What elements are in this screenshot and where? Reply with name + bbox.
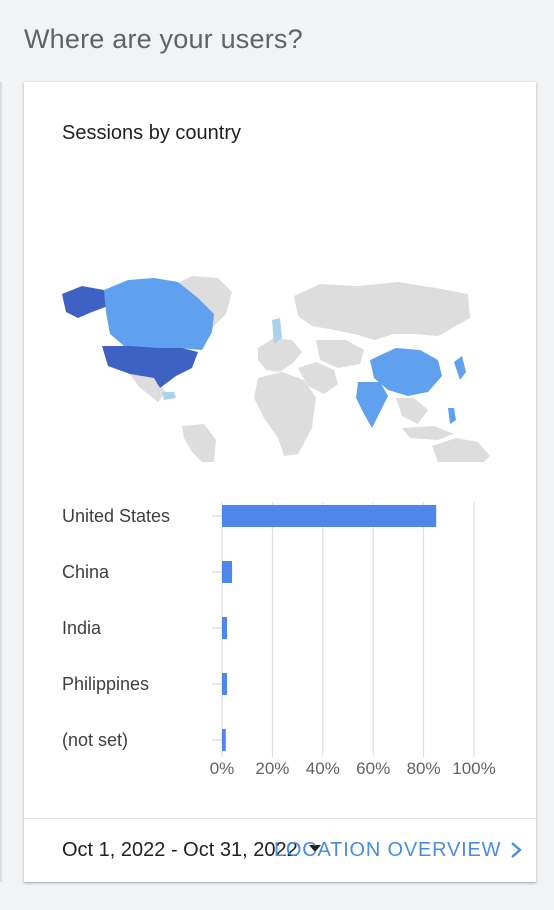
map-central-asia	[316, 340, 364, 368]
map-africa	[254, 372, 316, 456]
map-indonesia	[402, 426, 454, 440]
sessions-card: Sessions by country United States China In…	[24, 82, 536, 882]
footer-divider	[24, 818, 536, 819]
x-tick-label: 100%	[452, 759, 495, 778]
date-range-selector[interactable]: Oct 1, 2022 - Oct 31, 2022	[62, 839, 298, 862]
category-label: United States	[62, 506, 170, 526]
category-label: Philippines	[62, 674, 149, 694]
sessions-bar-chart: United States China India Philippines (not s…	[62, 502, 496, 778]
x-tick-label: 20%	[255, 759, 289, 778]
category-label: India	[62, 618, 102, 638]
location-overview-link[interactable]: LOCATION OVERVIEW	[274, 839, 501, 862]
x-tick-label: 0%	[210, 759, 235, 778]
map-alaska	[62, 286, 108, 318]
category-label: (not set)	[62, 730, 128, 750]
map-southeast-asia	[396, 398, 428, 424]
x-tick-label: 60%	[356, 759, 390, 778]
map-caribbean	[162, 392, 176, 400]
bar-united-states[interactable]	[222, 505, 437, 527]
card-title: Sessions by country	[62, 122, 241, 144]
map-australia	[432, 438, 490, 462]
bar-china[interactable]	[222, 561, 233, 583]
map-india	[356, 382, 388, 428]
category-label: China	[62, 562, 110, 582]
panel-edge	[0, 82, 2, 882]
map-japan	[454, 356, 466, 380]
x-tick-label: 40%	[306, 759, 340, 778]
chevron-right-icon[interactable]	[505, 839, 527, 861]
map-south-america	[182, 424, 216, 462]
map-europe	[258, 338, 302, 372]
x-tick-label: 80%	[407, 759, 441, 778]
bar-philippines[interactable]	[222, 673, 228, 695]
bar-india[interactable]	[222, 617, 228, 639]
map-russia	[294, 282, 470, 340]
map-philippines	[448, 408, 456, 424]
world-map	[62, 276, 490, 462]
page-title: Where are your users?	[24, 24, 303, 54]
bar-not-set[interactable]	[222, 729, 226, 751]
